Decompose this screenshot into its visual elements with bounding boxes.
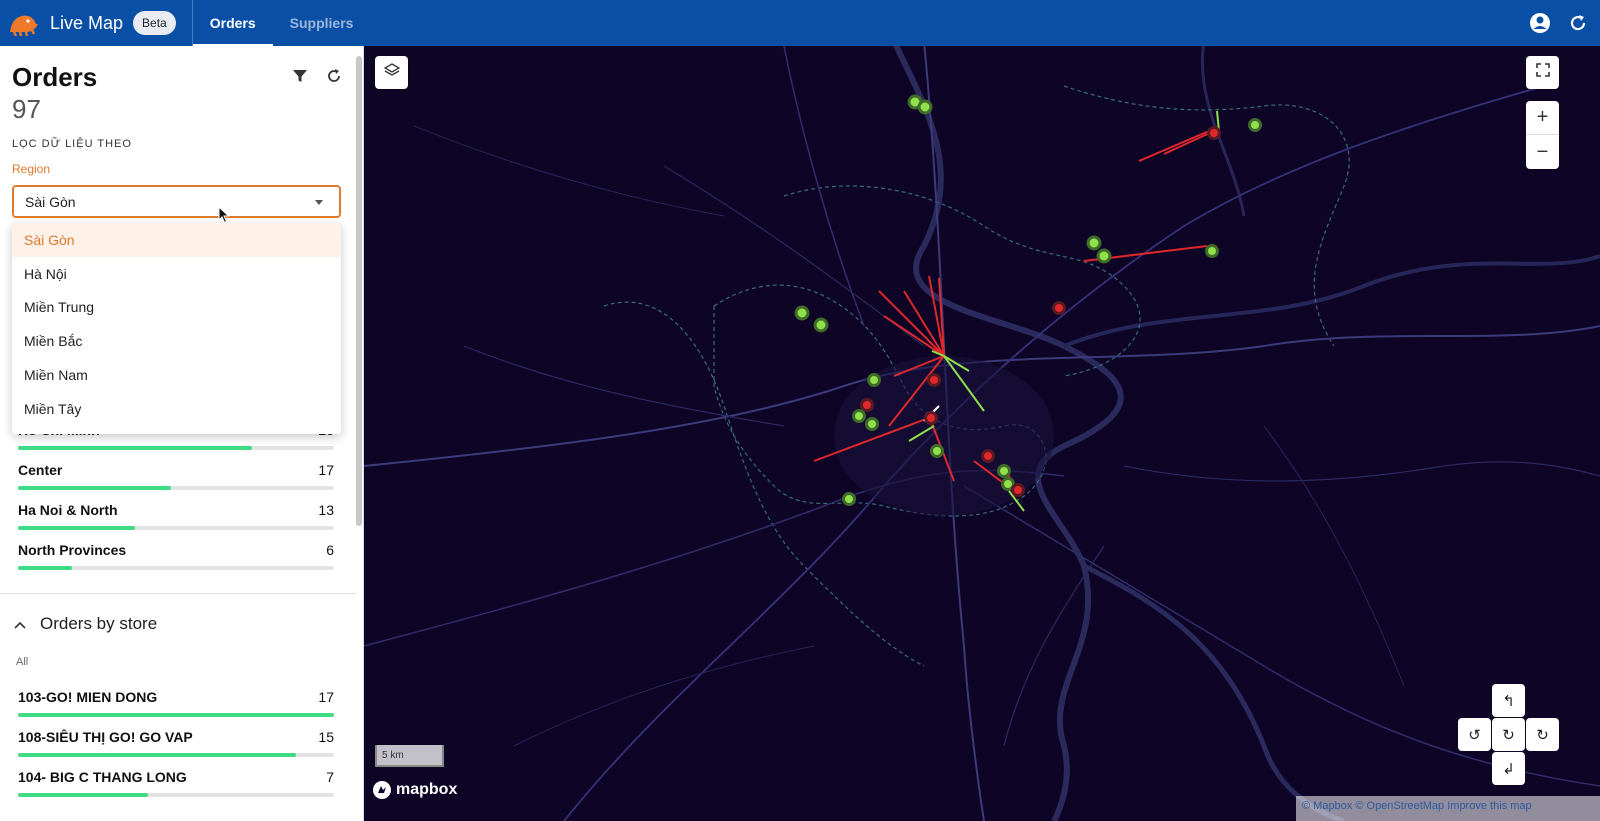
region-option-sai-gon[interactable]: Sài Gòn	[12, 223, 341, 257]
refresh-icon[interactable]	[1566, 11, 1590, 35]
rotate-right-icon: ↻	[1536, 726, 1549, 744]
tab-suppliers-label: Suppliers	[289, 15, 354, 31]
region-stat-row: North Provinces 6	[18, 542, 334, 570]
top-app-bar: Live Map Beta Orders Suppliers	[0, 0, 1600, 46]
rotate-reset-icon: ↻	[1502, 726, 1515, 744]
region-stat-row: Center 17	[18, 462, 334, 490]
layers-icon	[383, 62, 400, 83]
store-bar-fill	[18, 713, 334, 717]
layers-button[interactable]	[375, 56, 408, 89]
store-stat-row: 103-GO! MIEN DONG 17	[18, 689, 334, 717]
rotate-left-icon: ↺	[1468, 726, 1481, 744]
rotate-down-button[interactable]: ↲	[1492, 752, 1525, 785]
fullscreen-icon	[1535, 63, 1550, 82]
zoom-in-button[interactable]: +	[1526, 101, 1559, 135]
rotate-up-button[interactable]: ↰	[1492, 684, 1525, 717]
zoom-out-button[interactable]: −	[1526, 135, 1559, 169]
orders-sidebar: Orders 97 LỌC DỮ LIỆU THEO Region Sài Gò…	[0, 46, 364, 821]
zoom-control: + −	[1526, 101, 1559, 169]
store-stat-row: 104- BIG C THANG LONG 7	[18, 769, 334, 797]
region-option-mien-tay[interactable]: Miền Tây	[12, 392, 341, 426]
store-name: 103-GO! MIEN DONG	[18, 689, 158, 705]
region-bar-fill	[18, 526, 135, 530]
mapbox-icon	[373, 781, 391, 799]
map-attribution[interactable]: © Mapbox © OpenStreetMap Improve this ma…	[1296, 796, 1600, 821]
store-value: 7	[326, 769, 334, 785]
region-value: 13	[318, 502, 334, 518]
caret-up-icon	[315, 200, 323, 205]
store-bar-fill	[18, 753, 297, 757]
region-select[interactable]: Sài Gòn	[12, 185, 341, 218]
store-name: 108-SIÊU THỊ GO! GO VAP	[18, 729, 193, 745]
reset-bearing-button[interactable]: ↻	[1492, 718, 1525, 751]
store-filter-label: All	[16, 656, 29, 668]
map-scale: 5 km	[375, 745, 444, 767]
rotate-left-button[interactable]: ↺	[1458, 718, 1491, 751]
region-value: 17	[318, 462, 334, 478]
refresh-icon[interactable]	[324, 66, 344, 86]
region-value: 6	[326, 542, 334, 558]
region-stat-row: Ha Noi & North 13	[18, 502, 334, 530]
account-circle-icon[interactable]	[1528, 11, 1552, 35]
region-select-value: Sài Gòn	[25, 193, 76, 210]
arrow-turn-up-icon: ↰	[1502, 692, 1515, 710]
store-value: 17	[318, 689, 334, 705]
store-bar-fill	[18, 793, 148, 797]
rotate-right-button[interactable]: ↻	[1526, 718, 1559, 751]
store-bar	[18, 793, 334, 797]
page-title: Orders	[12, 62, 98, 92]
orders-count: 97	[12, 94, 41, 124]
section-divider	[0, 593, 357, 594]
region-label: Region	[12, 162, 51, 176]
region-name: Ha Noi & North	[18, 502, 118, 518]
region-bar	[18, 446, 334, 450]
region-bar	[18, 486, 334, 490]
chevron-up-icon	[14, 614, 26, 634]
region-option-ha-noi[interactable]: Hà Nội	[12, 257, 341, 291]
app-logo-icon	[4, 8, 42, 38]
filter-heading: LỌC DỮ LIỆU THEO	[12, 138, 132, 150]
region-bar-fill	[18, 486, 172, 490]
tab-suppliers[interactable]: Suppliers	[273, 0, 371, 46]
mapbox-logo: mapbox	[372, 780, 457, 800]
store-name: 104- BIG C THANG LONG	[18, 769, 187, 785]
region-option-mien-nam[interactable]: Miền Nam	[12, 358, 341, 392]
store-stat-row: 108-SIÊU THỊ GO! GO VAP 15	[18, 729, 334, 757]
filter-icon[interactable]	[290, 66, 310, 86]
region-bar-fill	[18, 446, 252, 450]
beta-badge: Beta	[133, 11, 176, 35]
region-bar	[18, 566, 334, 570]
fullscreen-button[interactable]	[1526, 56, 1559, 89]
region-bar-fill	[18, 566, 72, 570]
orders-by-store-header[interactable]: Orders by store	[14, 614, 157, 634]
mapbox-wordmark: mapbox	[396, 781, 458, 798]
sidebar-scrollbar[interactable]	[356, 56, 362, 526]
region-option-mien-trung[interactable]: Miền Trung	[12, 291, 341, 325]
region-dropdown-menu: Sài Gòn Hà Nội Miền Trung Miền Bắc Miền …	[12, 223, 341, 434]
tab-orders[interactable]: Orders	[192, 0, 273, 46]
app-title: Live Map	[50, 12, 124, 33]
region-name: Center	[18, 462, 63, 478]
region-name: North Provinces	[18, 542, 127, 558]
store-bar	[18, 713, 334, 717]
tab-orders-label: Orders	[209, 15, 256, 31]
map-tiles	[364, 46, 1600, 821]
section-title: Orders by store	[40, 614, 158, 633]
live-map-canvas[interactable]: + − 5 km mapbox © Mapbox © OpenStreetMap…	[364, 46, 1600, 821]
store-value: 15	[318, 729, 334, 745]
region-bar	[18, 526, 334, 530]
store-bar	[18, 753, 334, 757]
arrow-turn-down-icon: ↲	[1502, 760, 1515, 778]
region-option-mien-bac[interactable]: Miền Bắc	[12, 324, 341, 358]
